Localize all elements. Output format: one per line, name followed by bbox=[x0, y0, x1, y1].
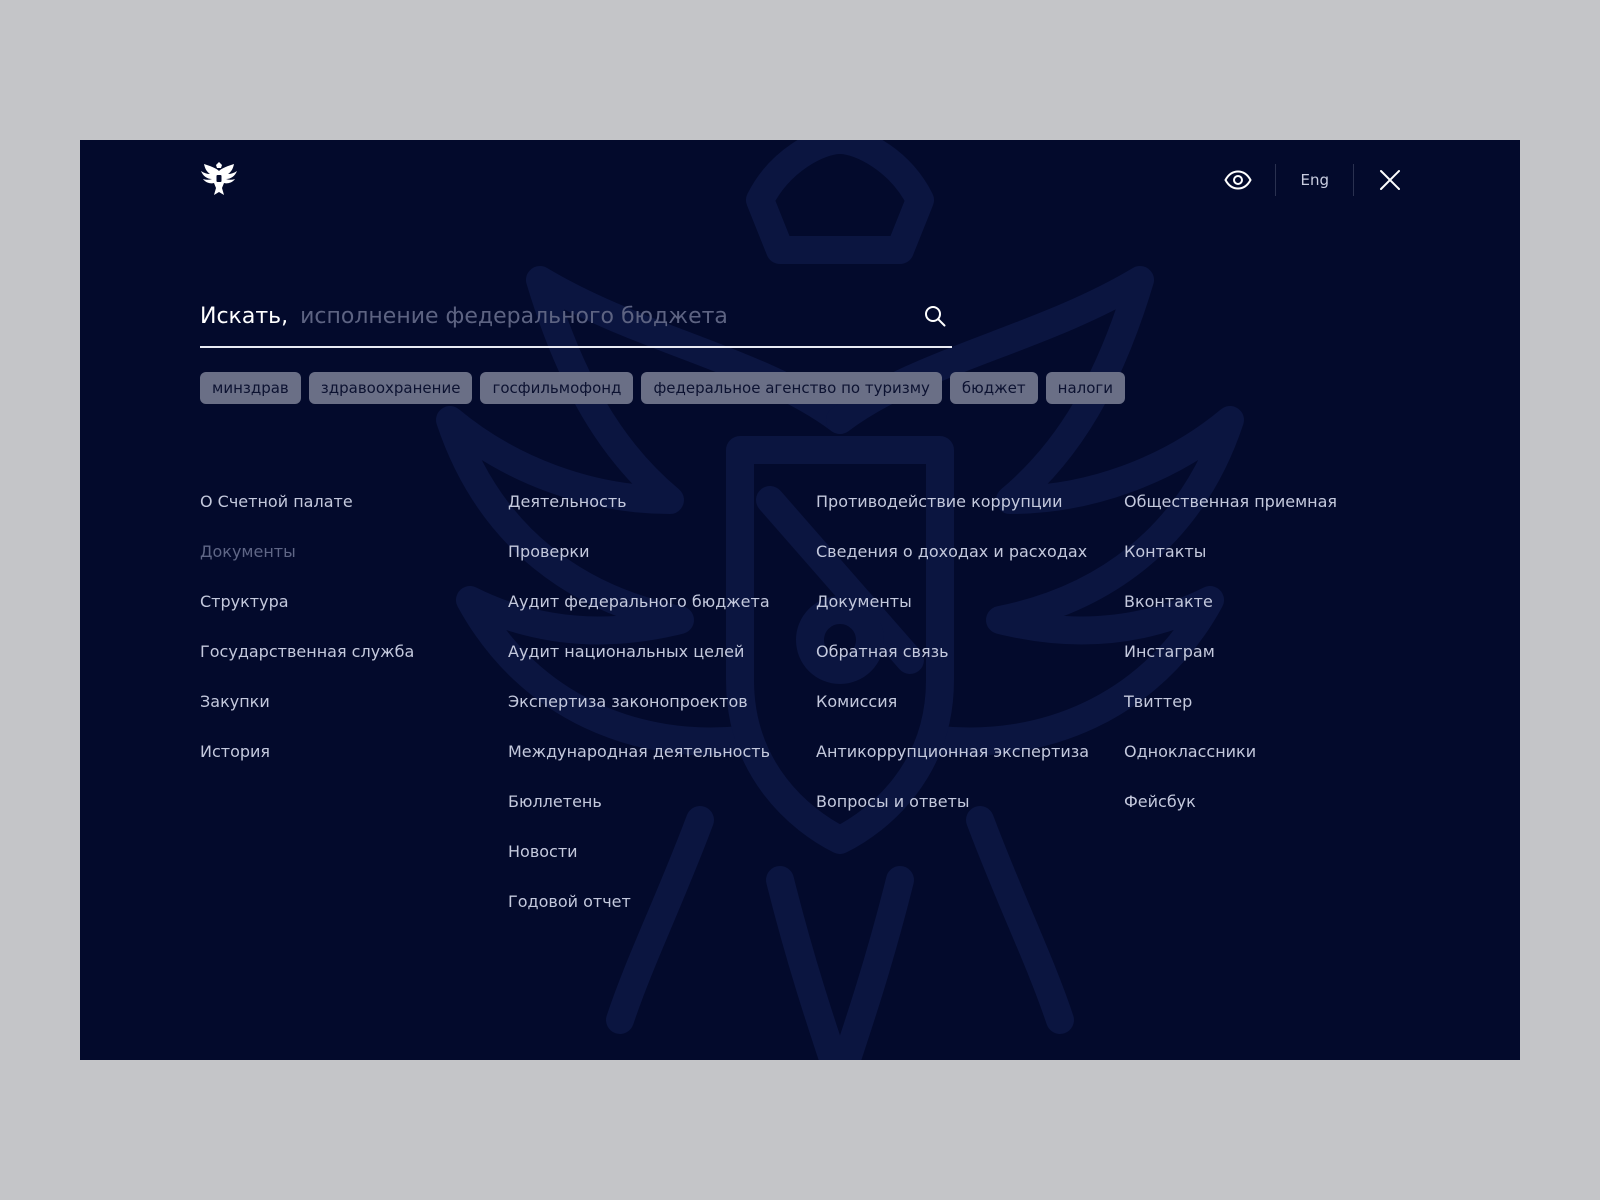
search-label: Искать, bbox=[200, 303, 289, 329]
search-icon bbox=[925, 306, 946, 327]
nav-link[interactable]: Вконтакте bbox=[1124, 592, 1432, 642]
nav-link[interactable]: Противодействие коррупции bbox=[816, 492, 1124, 542]
nav-column-activity: Деятельность Проверки Аудит федерального… bbox=[508, 492, 816, 942]
language-switch-button[interactable]: Eng bbox=[1298, 171, 1331, 189]
eye-icon bbox=[1224, 170, 1253, 190]
search-tag[interactable]: налоги bbox=[1045, 372, 1126, 404]
close-icon bbox=[1380, 170, 1400, 190]
menu-overlay: Eng Искать, минздрав здравоохранение гос… bbox=[80, 140, 1520, 1060]
popular-search-tags: минздрав здравоохранение госфильмофонд ф… bbox=[200, 372, 1126, 404]
nav-link[interactable]: Фейсбук bbox=[1124, 792, 1432, 842]
nav-link[interactable]: О Счетной палате bbox=[200, 492, 508, 542]
nav-column-anticorruption: Противодействие коррупции Сведения о дох… bbox=[816, 492, 1124, 942]
search-tag[interactable]: минздрав bbox=[200, 372, 301, 404]
nav-link[interactable]: Деятельность bbox=[508, 492, 816, 542]
nav-link[interactable]: Закупки bbox=[200, 692, 508, 742]
search-input[interactable] bbox=[300, 303, 920, 329]
nav-link[interactable]: Международная деятельность bbox=[508, 742, 816, 792]
nav-link[interactable]: Обратная связь bbox=[816, 642, 1124, 692]
header-divider bbox=[1353, 164, 1354, 196]
nav-link[interactable]: Комиссия bbox=[816, 692, 1124, 742]
nav-link[interactable]: Инстаграм bbox=[1124, 642, 1432, 692]
nav-link[interactable]: Документы bbox=[200, 542, 508, 592]
close-button[interactable] bbox=[1376, 166, 1404, 194]
nav-link[interactable]: Проверки bbox=[508, 542, 816, 592]
nav-link[interactable]: История bbox=[200, 742, 508, 792]
nav-link[interactable]: Сведения о доходах и расходах bbox=[816, 542, 1124, 592]
search-tag[interactable]: госфильмофонд bbox=[480, 372, 634, 404]
nav-link[interactable]: Твиттер bbox=[1124, 692, 1432, 742]
search-tag[interactable]: здравоохранение bbox=[308, 372, 473, 404]
nav-link[interactable]: Структура bbox=[200, 592, 508, 642]
search-tag[interactable]: бюджет bbox=[949, 372, 1038, 404]
site-navigation: О Счетной палате Документы Структура Гос… bbox=[200, 492, 1432, 942]
nav-link[interactable]: Аудит национальных целей bbox=[508, 642, 816, 692]
nav-column-contacts: Общественная приемная Контакты Вконтакте… bbox=[1124, 492, 1432, 942]
nav-link[interactable]: Общественная приемная bbox=[1124, 492, 1432, 542]
nav-column-about: О Счетной палате Документы Структура Гос… bbox=[200, 492, 508, 942]
nav-link[interactable]: Государственная служба bbox=[200, 642, 508, 692]
nav-link[interactable]: Контакты bbox=[1124, 542, 1432, 592]
header-actions: Eng bbox=[1223, 162, 1404, 198]
search-tag[interactable]: федеральное агенство по туризму bbox=[641, 372, 942, 404]
nav-link[interactable]: Годовой отчет bbox=[508, 892, 816, 942]
nav-link[interactable]: Экспертиза законопроектов bbox=[508, 692, 816, 742]
nav-link[interactable]: Документы bbox=[816, 592, 1124, 642]
nav-link[interactable]: Бюллетень bbox=[508, 792, 816, 842]
search-button[interactable] bbox=[920, 301, 950, 331]
header-divider bbox=[1275, 164, 1277, 196]
double-headed-eagle-logo-icon[interactable] bbox=[200, 162, 238, 198]
search-bar: Искать, bbox=[200, 286, 952, 348]
nav-link[interactable]: Новости bbox=[508, 842, 816, 892]
nav-link[interactable]: Одноклассники bbox=[1124, 742, 1432, 792]
nav-link[interactable]: Вопросы и ответы bbox=[816, 792, 1124, 842]
accessibility-button[interactable] bbox=[1223, 165, 1253, 195]
nav-link[interactable]: Антикоррупционная экспертиза bbox=[816, 742, 1124, 792]
nav-link[interactable]: Аудит федерального бюджета bbox=[508, 592, 816, 642]
